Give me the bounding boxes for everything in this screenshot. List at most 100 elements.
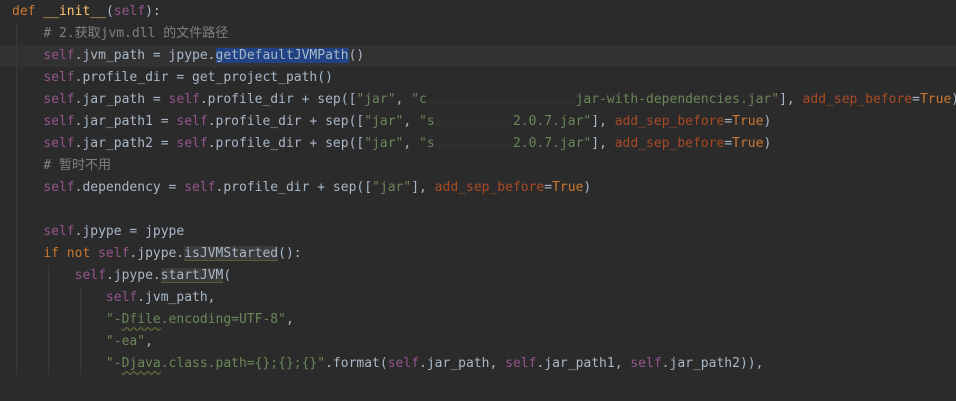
self-keyword: self: [43, 70, 75, 85]
highlighted-method-call[interactable]: startJVM: [160, 268, 224, 283]
code-line[interactable]: "-Dfile.encoding=UTF-8",: [0, 309, 956, 331]
self-keyword: self: [168, 92, 200, 107]
code-text: .jpype = jpype: [74, 224, 185, 239]
string-literal: jar-with-dependencies.jar": [575, 92, 780, 107]
indent-guide: [16, 23, 17, 45]
indent-guide: [16, 287, 17, 309]
code-text: ): [951, 92, 956, 107]
code-line[interactable]: self.jar_path = self.profile_dir + sep([…: [0, 89, 956, 111]
self-keyword: self: [43, 114, 75, 129]
code-line[interactable]: self.profile_dir = get_project_path(): [0, 67, 956, 89]
code-text: (: [223, 268, 232, 283]
self-keyword: self: [184, 180, 216, 195]
code-text: .jar_path,: [419, 356, 506, 371]
code-area[interactable]: def __init__(self): # 2.获取jvm.dll 的文件路径 …: [0, 1, 956, 375]
named-param: add_sep_before: [614, 114, 725, 129]
self-keyword: self: [113, 4, 146, 19]
keyword: True: [919, 92, 952, 107]
indent-guide: [16, 133, 17, 155]
redacted-text: ..........: [434, 114, 513, 129]
self-keyword: self: [43, 224, 75, 239]
self-keyword: self: [505, 356, 537, 371]
code-line[interactable]: self.jpype.startJVM(: [0, 265, 956, 287]
named-param: add_sep_before: [614, 136, 725, 151]
code-line[interactable]: self.dependency = self.profile_dir + sep…: [0, 177, 956, 199]
string-literal: "c: [411, 92, 427, 107]
string-literal: "jar": [356, 92, 396, 107]
string-literal: .encoding=UTF-8": [160, 312, 286, 327]
keyword: def: [12, 4, 36, 19]
code-text: ,: [145, 334, 153, 349]
string-literal: 2.0.7.jar": [512, 114, 592, 129]
redacted-text: ...................: [426, 92, 576, 107]
self-keyword: self: [630, 356, 662, 371]
code-line[interactable]: self.jar_path1 = self.profile_dir + sep(…: [0, 111, 956, 133]
string-literal: "-: [105, 356, 122, 371]
code-line[interactable]: def __init__(self):: [0, 1, 956, 23]
indent-guide: [48, 265, 49, 287]
indent-guide: [80, 331, 81, 353]
code-text: .profile_dir + sep([: [199, 92, 357, 107]
indent-guide: [48, 309, 49, 331]
string-literal: "jar": [364, 114, 404, 129]
keyword: not: [66, 246, 91, 261]
code-line[interactable]: self.jvm_path,: [0, 287, 956, 309]
string-literal: "-ea": [105, 334, 146, 349]
code-text: .jpype.: [105, 268, 161, 283]
code-editor[interactable]: def __init__(self): # 2.获取jvm.dll 的文件路径 …: [0, 0, 956, 401]
string-literal: "jar": [364, 136, 404, 151]
code-line[interactable]: if not self.jpype.isJVMStarted():: [0, 243, 956, 265]
self-keyword: self: [43, 136, 75, 151]
indent-guide: [16, 331, 17, 353]
code-line[interactable]: "-ea",: [0, 331, 956, 353]
code-text: .jar_path =: [74, 92, 169, 107]
indent-guide: [16, 111, 17, 133]
string-literal: 2.0.7.jar": [512, 136, 592, 151]
indent-guide: [80, 353, 81, 375]
code-text: ],: [411, 180, 435, 195]
code-text: ,: [403, 114, 420, 129]
code-line-blank[interactable]: [0, 199, 956, 221]
self-keyword: self: [105, 290, 138, 305]
self-keyword: self: [74, 268, 106, 283]
code-text: .profile_dir + sep([: [207, 114, 365, 129]
code-text: ():: [278, 246, 302, 261]
code-text: .profile_dir + sep([: [207, 136, 365, 151]
function-name: __init__: [43, 4, 106, 19]
code-text: =: [912, 92, 920, 107]
self-keyword: self: [98, 246, 130, 261]
code-text: ,: [403, 136, 420, 151]
code-text: =: [724, 136, 733, 151]
code-line[interactable]: self.jar_path2 = self.profile_dir + sep(…: [0, 133, 956, 155]
code-line-current[interactable]: self.jvm_path = jpype.getDefaultJVMPath(…: [0, 45, 956, 67]
self-keyword: self: [176, 114, 208, 129]
code-text: =: [544, 180, 553, 195]
code-text: (): [348, 48, 365, 63]
typo-underlined-text: Dfile: [121, 312, 161, 327]
string-literal: "jar": [372, 180, 412, 195]
code-text: .jpype.: [129, 246, 185, 261]
indent-guide: [16, 243, 17, 265]
string-literal: "-: [105, 312, 122, 327]
indent-guide: [16, 353, 17, 375]
redacted-text: ..........: [434, 136, 513, 151]
indent-guide: [16, 199, 17, 221]
code-text: ],: [591, 114, 615, 129]
indent-guide: [80, 309, 81, 331]
code-text: .jar_path1 =: [74, 114, 177, 129]
code-line[interactable]: # 2.获取jvm.dll 的文件路径: [0, 23, 956, 45]
named-param: add_sep_before: [802, 92, 913, 107]
indent-guide: [80, 287, 81, 309]
code-line[interactable]: # 暂时不用: [0, 155, 956, 177]
code-line[interactable]: "-Djava.class.path={};{};{}".format(self…: [0, 353, 956, 375]
named-param: add_sep_before: [434, 180, 545, 195]
code-line[interactable]: self.jpype = jpype: [0, 221, 956, 243]
selected-method-call[interactable]: getDefaultJVMPath: [215, 48, 349, 63]
indent-guide: [16, 309, 17, 331]
string-literal: "s: [419, 136, 435, 151]
highlighted-method-call[interactable]: isJVMStarted: [184, 246, 279, 261]
code-text: .jar_path1,: [536, 356, 631, 371]
code-text: .jvm_path = jpype.: [74, 48, 216, 63]
self-keyword: self: [387, 356, 420, 371]
string-literal: "s: [419, 114, 435, 129]
